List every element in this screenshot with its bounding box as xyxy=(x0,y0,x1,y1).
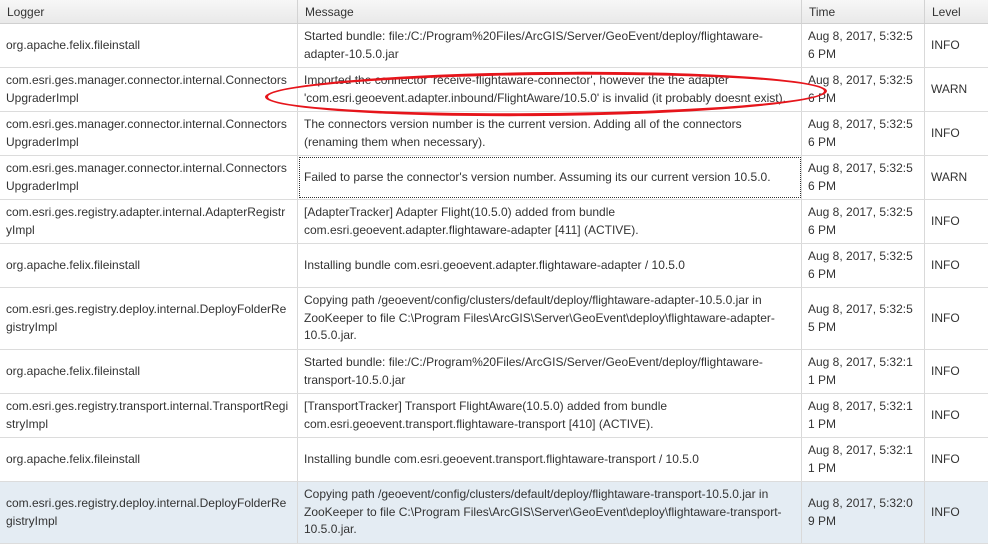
message-cell: Started bundle: file:/C:/Program%20Files… xyxy=(298,350,802,393)
message-cell: Copying path /geoevent/config/clusters/d… xyxy=(298,288,802,349)
log-table: Logger Message Time Level org.apache.fel… xyxy=(0,0,988,544)
time-cell: Aug 8, 2017, 5:32:11 PM xyxy=(802,394,925,437)
logger-cell: com.esri.ges.manager.connector.internal.… xyxy=(0,112,298,155)
time-cell: Aug 8, 2017, 5:32:56 PM xyxy=(802,244,925,287)
message-cell: Installing bundle com.esri.geoevent.tran… xyxy=(298,438,802,481)
table-row[interactable]: com.esri.ges.registry.deploy.internal.De… xyxy=(0,288,988,350)
column-header-message[interactable]: Message xyxy=(298,0,802,23)
time-cell: Aug 8, 2017, 5:32:56 PM xyxy=(802,156,925,199)
level-cell: WARN xyxy=(931,169,968,184)
logger-cell: org.apache.felix.fileinstall xyxy=(0,438,298,481)
logger-cell: org.apache.felix.fileinstall xyxy=(0,350,298,393)
time-cell: Aug 8, 2017, 5:32:56 PM xyxy=(802,112,925,155)
column-header-level[interactable]: Level xyxy=(925,0,988,23)
table-row[interactable]: org.apache.felix.fileinstall Started bund… xyxy=(0,24,988,68)
table-row[interactable]: org.apache.felix.fileinstall Installing b… xyxy=(0,244,988,288)
level-cell: INFO xyxy=(931,310,960,325)
level-cell: INFO xyxy=(931,407,960,422)
level-cell: INFO xyxy=(931,213,960,228)
table-row[interactable]: com.esri.ges.manager.connector.internal.… xyxy=(0,112,988,156)
message-cell: Imported the connector 'receive-flightaw… xyxy=(298,68,802,111)
table-row[interactable]: org.apache.felix.fileinstall Installing b… xyxy=(0,438,988,482)
message-cell: Failed to parse the connector's version … xyxy=(298,156,802,199)
time-cell: Aug 8, 2017, 5:32:09 PM xyxy=(802,482,925,543)
logger-cell: com.esri.ges.registry.deploy.internal.De… xyxy=(0,288,298,349)
time-cell: Aug 8, 2017, 5:32:56 PM xyxy=(802,24,925,67)
time-cell: Aug 8, 2017, 5:32:56 PM xyxy=(802,200,925,243)
message-cell: [AdapterTracker] Adapter Flight(10.5.0) … xyxy=(298,200,802,243)
table-row[interactable]: com.esri.ges.registry.deploy.internal.De… xyxy=(0,482,988,544)
time-cell: Aug 8, 2017, 5:32:11 PM xyxy=(802,350,925,393)
logger-cell: org.apache.felix.fileinstall xyxy=(0,24,298,67)
message-cell: The connectors version number is the cur… xyxy=(298,112,802,155)
logger-cell: org.apache.felix.fileinstall xyxy=(0,244,298,287)
level-cell: INFO xyxy=(931,451,960,466)
table-row[interactable]: com.esri.ges.manager.connector.internal.… xyxy=(0,156,988,200)
level-cell: WARN xyxy=(931,81,968,96)
table-row[interactable]: com.esri.ges.manager.connector.internal.… xyxy=(0,68,988,112)
message-cell: [TransportTracker] Transport FlightAware… xyxy=(298,394,802,437)
table-body: org.apache.felix.fileinstall Started bund… xyxy=(0,24,988,544)
level-cell: INFO xyxy=(931,363,960,378)
time-cell: Aug 8, 2017, 5:32:11 PM xyxy=(802,438,925,481)
message-cell: Copying path /geoevent/config/clusters/d… xyxy=(298,482,802,543)
level-cell: INFO xyxy=(931,125,960,140)
level-cell: INFO xyxy=(931,504,960,519)
message-cell: Installing bundle com.esri.geoevent.adap… xyxy=(298,244,802,287)
column-header-logger[interactable]: Logger xyxy=(0,0,298,23)
logger-cell: com.esri.ges.manager.connector.internal.… xyxy=(0,156,298,199)
table-row[interactable]: com.esri.ges.registry.adapter.internal.A… xyxy=(0,200,988,244)
table-row[interactable]: com.esri.ges.registry.transport.internal… xyxy=(0,394,988,438)
logger-cell: com.esri.ges.manager.connector.internal.… xyxy=(0,68,298,111)
table-row[interactable]: org.apache.felix.fileinstall Started bund… xyxy=(0,350,988,394)
level-cell: INFO xyxy=(931,257,960,272)
table-header: Logger Message Time Level xyxy=(0,0,988,24)
logger-cell: com.esri.ges.registry.adapter.internal.A… xyxy=(0,200,298,243)
logger-cell: com.esri.ges.registry.deploy.internal.De… xyxy=(0,482,298,543)
message-cell: Started bundle: file:/C:/Program%20Files… xyxy=(298,24,802,67)
time-cell: Aug 8, 2017, 5:32:56 PM xyxy=(802,68,925,111)
level-cell: INFO xyxy=(931,37,960,52)
time-cell: Aug 8, 2017, 5:32:55 PM xyxy=(802,288,925,349)
column-header-time[interactable]: Time xyxy=(802,0,925,23)
logger-cell: com.esri.ges.registry.transport.internal… xyxy=(0,394,298,437)
